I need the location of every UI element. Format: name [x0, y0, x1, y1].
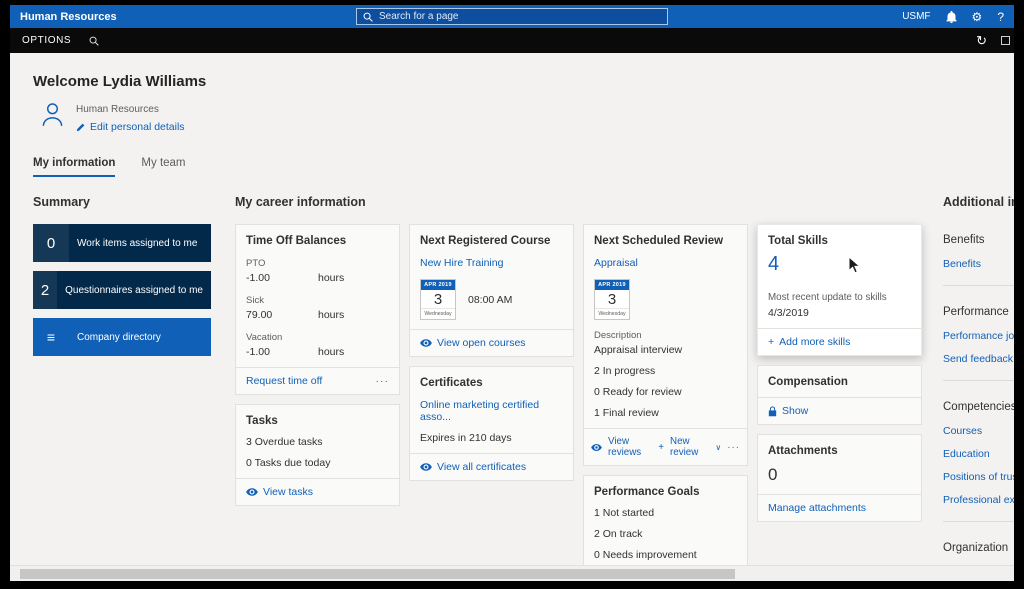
- total-skills-card: Total Skills 4 Most recent update to ski…: [757, 224, 922, 356]
- horizontal-scrollbar[interactable]: [10, 565, 1014, 581]
- view-reviews-link[interactable]: View reviews: [608, 436, 652, 458]
- time-off-balances-card: Time Off Balances PTO -1.00 hours Sick 7…: [235, 224, 400, 395]
- skills-updated-date: 4/3/2019: [768, 307, 911, 319]
- settings-gear-icon[interactable]: ⚙: [972, 11, 983, 23]
- page-content: Welcome Lydia Williams Human Resources E…: [10, 53, 1014, 565]
- edit-personal-details-link[interactable]: Edit personal details: [76, 121, 185, 133]
- questionnaires-count: 2: [33, 271, 57, 309]
- eye-icon: [591, 444, 602, 451]
- clipped-window-icon: [1001, 36, 1010, 45]
- summary-section: Summary 0 Work items assigned to me 2 Qu…: [33, 195, 211, 365]
- review-link[interactable]: Appraisal: [594, 257, 737, 269]
- courses-link[interactable]: Courses: [943, 425, 1014, 437]
- top-nav-bar: Human Resources USMF ⚙ ?: [10, 5, 1014, 28]
- action-bar: OPTIONS ↻: [10, 28, 1014, 53]
- view-tasks-link[interactable]: View tasks: [236, 478, 399, 505]
- profile-block: Human Resources Edit personal details: [41, 102, 1014, 133]
- certificate-link[interactable]: Online marketing certified asso...: [420, 399, 563, 423]
- competencies-group: Competencies Courses Education Positions…: [943, 391, 1014, 522]
- next-registered-course-card: Next Registered Course New Hire Training…: [409, 224, 574, 357]
- company-selector[interactable]: USMF: [902, 11, 930, 22]
- eye-icon: [420, 339, 432, 347]
- tasks-card: Tasks 3 Overdue tasks 0 Tasks due today …: [235, 404, 400, 506]
- new-review-button[interactable]: New review: [670, 436, 709, 458]
- search-icon: [363, 12, 373, 22]
- performance-journal-link[interactable]: Performance journal: [943, 330, 1014, 342]
- calendar-icon: APR 2019 3 Wednesday: [420, 279, 456, 320]
- sick-balance: 79.00 hours: [246, 309, 389, 321]
- actionbar-search-icon[interactable]: [89, 36, 99, 46]
- vacation-balance: -1.00 hours: [246, 346, 389, 358]
- search-input[interactable]: [379, 11, 661, 22]
- summary-title: Summary: [33, 195, 211, 209]
- tile-company-directory[interactable]: ≡ Company directory: [33, 318, 211, 356]
- view-open-courses-link[interactable]: View open courses: [410, 329, 573, 356]
- benefits-link[interactable]: Benefits: [943, 258, 1014, 270]
- add-more-skills-link[interactable]: + Add more skills: [758, 328, 921, 355]
- positions-of-trust-link[interactable]: Positions of trust: [943, 471, 1014, 483]
- course-time: 08:00 AM: [468, 294, 512, 306]
- app-title: Human Resources: [20, 11, 117, 23]
- show-compensation-link[interactable]: Show: [758, 397, 921, 424]
- attachments-card: Attachments 0 Manage attachments: [757, 434, 922, 522]
- performance-group: Performance Performance journal Send fee…: [943, 296, 1014, 381]
- send-feedback-link[interactable]: Send feedback: [943, 353, 1014, 365]
- notifications-bell-icon[interactable]: [946, 11, 957, 23]
- career-title: My career information: [235, 195, 923, 209]
- actionbar-right: ↻: [976, 33, 1002, 49]
- tile-questionnaires[interactable]: 2 Questionnaires assigned to me: [33, 271, 211, 309]
- tile-work-items[interactable]: 0 Work items assigned to me: [33, 224, 211, 262]
- avatar-person-icon: [41, 102, 64, 127]
- eye-icon: [420, 463, 432, 471]
- certificates-card: Certificates Online marketing certified …: [409, 366, 574, 481]
- additional-info-section: Additional information Benefits Benefits…: [943, 195, 1014, 565]
- lock-icon: [768, 406, 777, 417]
- app-window: Human Resources USMF ⚙ ? OPTIONS ↻ Welco: [10, 5, 1014, 581]
- topbar-right-cluster: USMF ⚙ ?: [902, 11, 1004, 23]
- certificate-expiry: Expires in 210 days: [420, 432, 563, 444]
- global-search[interactable]: [356, 8, 668, 25]
- benefits-group: Benefits Benefits: [943, 224, 1014, 286]
- compensation-card: Compensation Show: [757, 365, 922, 425]
- career-section: My career information Time Off Balances …: [235, 195, 923, 565]
- course-link[interactable]: New Hire Training: [420, 257, 563, 269]
- tab-my-information[interactable]: My information: [33, 157, 115, 177]
- scrollbar-thumb[interactable]: [20, 569, 735, 579]
- next-scheduled-review-card: Next Scheduled Review Appraisal APR 2019…: [583, 224, 748, 466]
- options-menu[interactable]: OPTIONS: [22, 35, 71, 46]
- work-items-count: 0: [33, 224, 69, 262]
- help-icon[interactable]: ?: [997, 11, 1004, 23]
- calendar-icon: APR 2019 3 Wednesday: [594, 279, 630, 320]
- more-options-icon[interactable]: ···: [727, 442, 740, 453]
- review-description: Appraisal interview: [594, 344, 737, 356]
- additional-info-title: Additional information: [943, 195, 1014, 209]
- refresh-icon[interactable]: ↻: [976, 33, 987, 49]
- request-time-off-link[interactable]: Request time off: [246, 375, 322, 387]
- plus-icon: +: [768, 336, 774, 348]
- list-icon: ≡: [33, 318, 69, 356]
- organization-group: Organization Job details Loaned equipmen…: [943, 532, 1014, 565]
- page-title: Welcome Lydia Williams: [33, 73, 1014, 90]
- chevron-down-icon[interactable]: ∨: [715, 443, 721, 452]
- plus-icon: +: [658, 442, 664, 453]
- attachments-count: 0: [768, 465, 911, 485]
- eye-icon: [246, 488, 258, 496]
- skills-count: 4: [768, 253, 911, 276]
- more-options-icon[interactable]: ···: [376, 375, 390, 387]
- education-link[interactable]: Education: [943, 448, 1014, 460]
- manage-attachments-link[interactable]: Manage attachments: [758, 494, 921, 521]
- department-label: Human Resources: [76, 104, 185, 115]
- pto-balance: -1.00 hours: [246, 272, 389, 284]
- page-tabs: My information My team: [33, 157, 1014, 177]
- view-all-certificates-link[interactable]: View all certificates: [410, 453, 573, 480]
- performance-goals-card: Performance Goals 1 Not started 2 On tra…: [583, 475, 748, 565]
- pencil-icon: [76, 123, 85, 132]
- professional-experience-link[interactable]: Professional experience: [943, 494, 1014, 506]
- tab-my-team[interactable]: My team: [141, 157, 185, 177]
